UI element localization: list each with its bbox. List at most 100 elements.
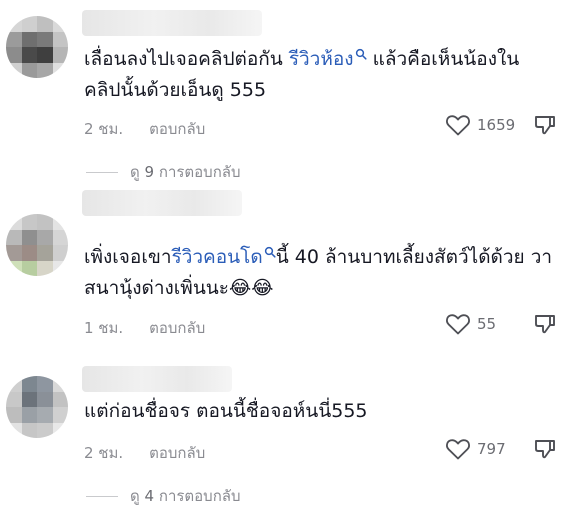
avatar-pixel [52,47,68,63]
avatar-pixel [21,47,37,63]
avatar-pixel [21,16,37,32]
avatar-pixel [52,391,68,407]
view-suffix: การตอบกลับ [158,163,241,181]
avatar-pixel [37,62,53,78]
avatar-pixel [6,407,22,423]
avatar[interactable] [6,16,68,78]
avatar-pixel [21,407,37,423]
comment-time: 2 ชม. [84,444,124,462]
avatar-pixel [37,229,53,245]
username-blurred[interactable] [82,366,232,392]
heart-icon [446,439,470,460]
dislike-icon[interactable] [533,312,557,336]
avatar-pixel [52,245,68,261]
avatar-pixel [52,16,68,32]
avatar-pixel [37,245,53,261]
username-blurred[interactable] [82,190,242,216]
avatar-pixel [21,31,37,47]
view-replies-button[interactable]: ดู 9 การตอบกลับ [86,160,241,184]
avatar-pixel [6,229,22,245]
avatar-pixel [6,47,22,63]
avatar-pixel [52,62,68,78]
avatar-pixel [21,391,37,407]
like-count: 797 [477,440,506,458]
comment-3: แต่ก่อนชื่อจร ตอนนี้ชื่อจอห์นนี่555 2 ชม… [0,350,576,509]
avatar-pixel [52,31,68,47]
comment-text: แต่ก่อนชื่อจร ตอนนี้ชื่อจอห์นนี่555 [84,396,554,427]
avatar-pixel [6,214,22,230]
view-suffix: การตอบกลับ [158,487,241,505]
comment-time: 1 ชม. [84,319,124,337]
comment-1: เลื่อนลงไปเจอคลิปต่อกัน รีวิวห้อง แล้วคื… [0,0,576,190]
reply-count: 9 [144,163,155,181]
reply-count: 4 [144,487,155,505]
comment-time: 2 ชม. [84,120,124,138]
heart-icon [446,314,470,335]
like-button[interactable]: 55 [445,312,496,336]
view-replies-button[interactable]: ดู 4 การตอบกลับ [86,484,241,508]
avatar-pixel [6,376,22,392]
search-icon [264,246,276,258]
avatar-pixel [37,31,53,47]
avatar-pixel [6,391,22,407]
avatar-pixel [37,47,53,63]
comment-text-before: แต่ก่อนชื่อจร ตอนนี้ชื่อจอห์นนี่555 [84,400,368,422]
avatar-pixel [52,260,68,276]
avatar-pixel [52,407,68,423]
avatar-pixel [37,376,53,392]
reply-button[interactable]: ตอบกลับ [149,319,205,337]
avatar-pixel [21,214,37,230]
avatar-pixel [6,245,22,261]
comment-text-before: เพิ่งเจอเขา [84,246,172,268]
comment-meta: 2 ชม. ตอบกลับ [84,441,205,465]
avatar-pixel [37,422,53,438]
reply-button[interactable]: ตอบกลับ [149,444,205,462]
comment-meta: 1 ชม. ตอบกลับ [84,316,205,340]
dislike-icon[interactable] [533,113,557,137]
avatar-pixel [37,214,53,230]
reply-button[interactable]: ตอบกลับ [149,120,205,138]
view-prefix: ดู [130,163,140,181]
avatar-pixel [52,376,68,392]
search-icon [355,48,367,60]
avatar[interactable] [6,214,68,276]
avatar-pixel [37,391,53,407]
reply-divider [86,171,118,173]
dislike-icon[interactable] [533,437,557,461]
avatar-pixel [52,214,68,230]
review-link-label: รีวิวห้อง [288,48,354,70]
comment-text: เลื่อนลงไปเจอคลิปต่อกัน รีวิวห้อง แล้วคื… [84,44,554,106]
heart-icon [446,115,470,136]
avatar-pixel [21,245,37,261]
like-count: 55 [477,315,497,333]
avatar-pixel [6,62,22,78]
avatar-pixel [37,260,53,276]
avatar-pixel [21,376,37,392]
view-prefix: ดู [130,487,140,505]
comment-2: เพิ่งเจอเขารีวิวคอนโด นี้ 40 ล้านบาทเลี้ย… [0,190,576,350]
username-blurred[interactable] [82,10,262,36]
avatar-pixel [21,260,37,276]
avatar-pixel [6,260,22,276]
avatar-pixel [6,422,22,438]
avatar-pixel [21,422,37,438]
avatar-pixel [21,62,37,78]
comment-meta: 2 ชม. ตอบกลับ [84,117,205,141]
avatar-pixel [37,407,53,423]
review-link-label: รีวิวคอนโด [171,246,263,268]
like-count: 1659 [477,116,516,134]
avatar[interactable] [6,376,68,438]
avatar-pixel [6,16,22,32]
avatar-pixel [52,229,68,245]
review-link[interactable]: รีวิวคอนโด [172,246,276,268]
avatar-pixel [21,229,37,245]
avatar-pixel [6,31,22,47]
like-button[interactable]: 797 [445,437,506,461]
review-link[interactable]: รีวิวห้อง [289,48,367,70]
avatar-pixel [37,16,53,32]
avatar-pixel [52,422,68,438]
comment-text-before: เลื่อนลงไปเจอคลิปต่อกัน [84,48,289,70]
like-button[interactable]: 1659 [445,113,515,137]
comment-text: เพิ่งเจอเขารีวิวคอนโด นี้ 40 ล้านบาทเลี้ย… [84,242,554,304]
reply-divider [86,495,118,497]
